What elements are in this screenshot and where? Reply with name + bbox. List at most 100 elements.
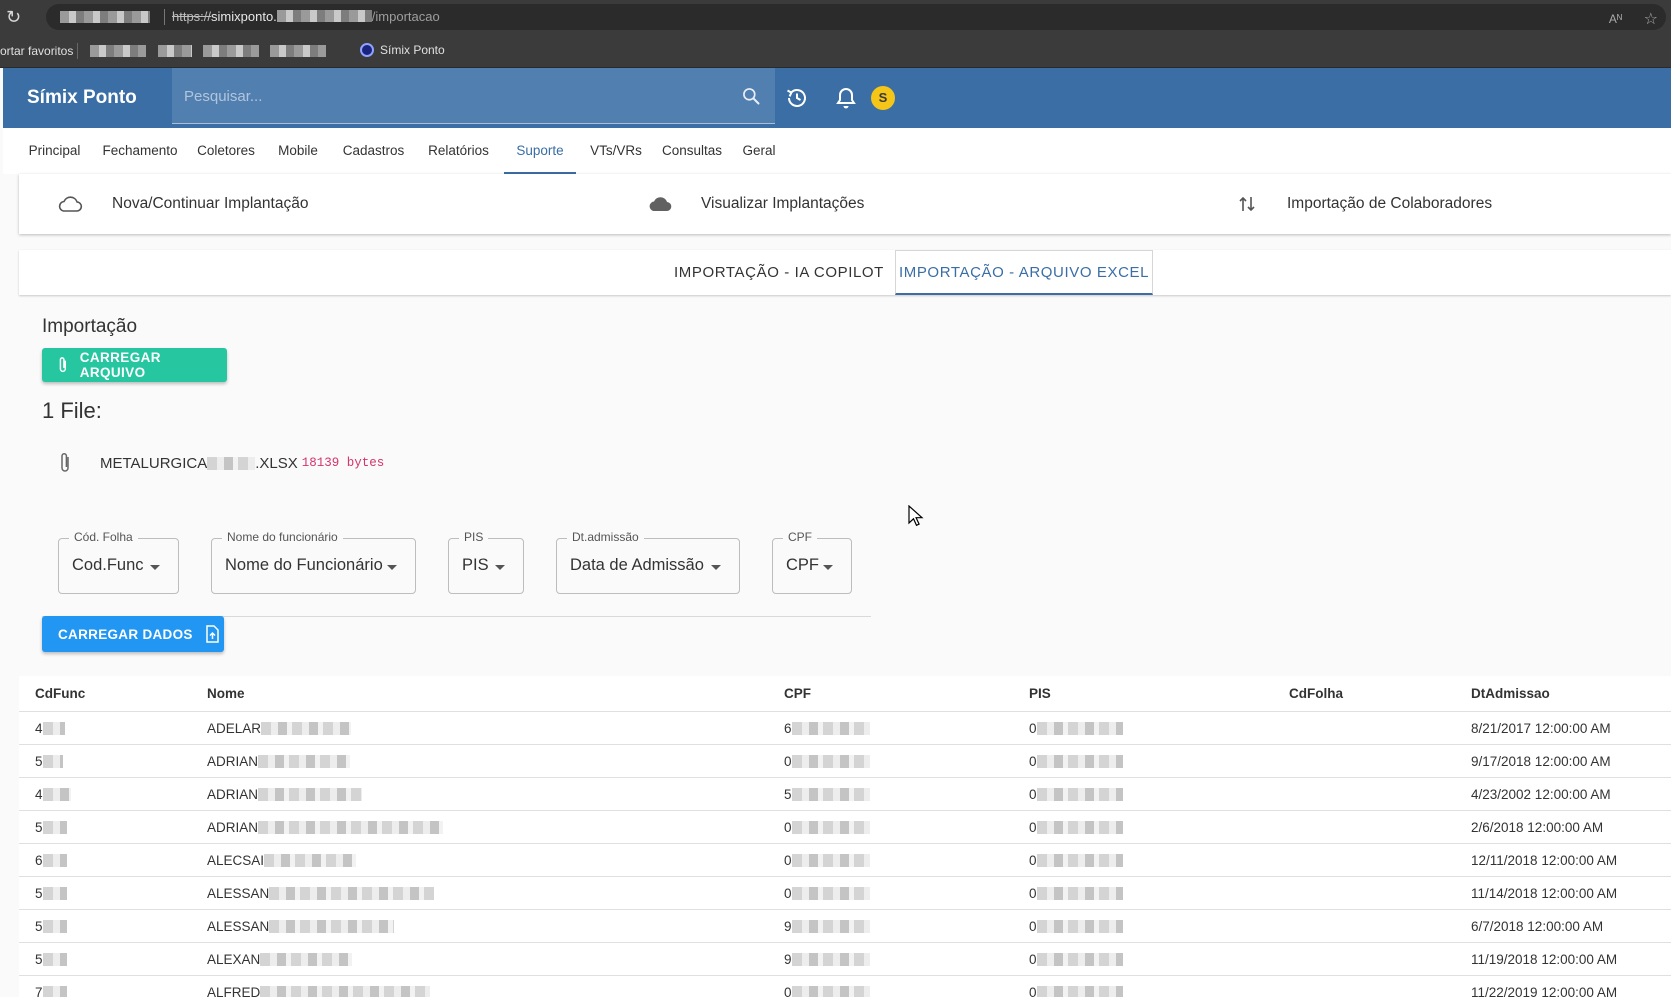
- redacted-tab-text: [60, 11, 150, 23]
- url-text[interactable]: https://simixponto./importacao: [172, 9, 440, 24]
- select-cpf[interactable]: CPF CPF: [772, 530, 852, 594]
- header-dtadmissao[interactable]: DtAdmissao: [1471, 686, 1550, 701]
- table-row[interactable]: 5 ADRIAN 0 0 9/17/2018 12:00:00 AM: [19, 745, 1671, 778]
- cell-cpf: 0: [784, 886, 870, 901]
- cell-cdfunc: 5: [35, 886, 67, 901]
- select-pis[interactable]: PIS PIS: [448, 530, 524, 594]
- tab-principal[interactable]: Principal: [21, 128, 88, 174]
- cell-pis: 0: [1029, 820, 1123, 835]
- user-avatar[interactable]: S: [871, 86, 895, 110]
- tab-vts-vrs[interactable]: VTs/VRs: [583, 128, 649, 174]
- table-row[interactable]: 5 ALESSAN 0 0 11/14/2018 12:00:00 AM: [19, 877, 1671, 910]
- redacted-text: [42, 854, 67, 867]
- tab-ia-copilot[interactable]: IMPORTAÇÃO - IA COPILOT: [674, 250, 883, 295]
- attach-icon: [59, 357, 67, 373]
- tab-suporte[interactable]: Suporte: [504, 128, 576, 174]
- search-box[interactable]: [172, 68, 775, 124]
- cell-dtadmissao-text: 4/23/2002 12:00:00 AM: [1471, 787, 1611, 802]
- tab-cadastros[interactable]: Cadastros: [336, 128, 411, 174]
- table-row[interactable]: 5 ALEXAN 9 0 11/19/2018 12:00:00 AM: [19, 943, 1671, 976]
- bell-icon[interactable]: [835, 86, 857, 110]
- header-cdfunc[interactable]: CdFunc: [35, 686, 85, 701]
- view-implantations-action[interactable]: Visualizar Implantações: [647, 174, 864, 234]
- table-row[interactable]: 6 ALECSAI 0 0 12/11/2018 12:00:00 AM: [19, 844, 1671, 877]
- redacted-favorite[interactable]: [203, 45, 259, 57]
- load-data-button[interactable]: CARREGAR DADOS: [42, 616, 224, 652]
- cell-cpf-text: 0: [784, 853, 792, 868]
- history-icon[interactable]: [785, 86, 809, 110]
- cell-pis-text: 0: [1029, 721, 1037, 736]
- favorite-simix-ponto[interactable]: Símix Ponto: [360, 43, 445, 57]
- redacted-text: [258, 821, 444, 834]
- tab-relatorios[interactable]: Relatórios: [421, 128, 496, 174]
- tab-coletores[interactable]: Coletores: [192, 128, 260, 174]
- select-nome-funcionario[interactable]: Nome do funcionário Nome do Funcionário: [211, 530, 416, 594]
- field-label: CPF: [783, 530, 817, 544]
- new-implantation-action[interactable]: Nova/Continuar Implantação: [57, 174, 308, 234]
- upload-file-button[interactable]: CARREGAR ARQUIVO: [42, 348, 227, 382]
- redacted-text: [1036, 755, 1123, 768]
- redacted-text: [261, 722, 352, 735]
- field-label: Dt.admissão: [567, 530, 644, 544]
- search-input[interactable]: [184, 68, 724, 124]
- main-nav-tabs: Principal Fechamento Coletores Mobile Ca…: [3, 128, 1671, 174]
- cell-pis-text: 0: [1029, 952, 1037, 967]
- select-dt-admissao[interactable]: Dt.admissão Data de Admissão: [556, 530, 740, 594]
- select-cod-folha[interactable]: Cód. Folha Cod.Func: [58, 530, 179, 594]
- header-cpf[interactable]: CPF: [784, 686, 811, 701]
- table-row[interactable]: 4 ADELAR 6 0 8/21/2017 12:00:00 AM: [19, 712, 1671, 745]
- cell-nome: ALFRED: [207, 985, 431, 997]
- cell-cpf-text: 0: [784, 754, 792, 769]
- redacted-text: [1036, 986, 1123, 997]
- tab-mobile[interactable]: Mobile: [270, 128, 326, 174]
- header-pis[interactable]: PIS: [1029, 686, 1051, 701]
- redacted-text: [258, 755, 351, 768]
- redacted-favorite[interactable]: [90, 45, 146, 57]
- cell-cpf-text: 9: [784, 952, 792, 967]
- redacted-text: [42, 788, 71, 801]
- cell-nome-text: ALFRED: [207, 985, 261, 997]
- import-employees-action[interactable]: Importação de Colaboradores: [1237, 174, 1492, 234]
- import-favorites-link[interactable]: ortar favoritos: [0, 44, 73, 58]
- table-row[interactable]: 4 ADRIAN 5 0 4/23/2002 12:00:00 AM: [19, 778, 1671, 811]
- table-row[interactable]: 5 ALESSAN 9 0 6/7/2018 12:00:00 AM: [19, 910, 1671, 943]
- redacted-text: [42, 920, 67, 933]
- app-title[interactable]: Símix Ponto: [27, 87, 137, 109]
- files-count: 1 File:: [42, 398, 102, 423]
- cell-cpf-text: 0: [784, 985, 792, 997]
- tab-geral[interactable]: Geral: [735, 128, 783, 174]
- redacted-text: [260, 953, 353, 966]
- cell-dtadmissao: 12/11/2018 12:00:00 AM: [1471, 853, 1617, 868]
- redacted-text: [207, 456, 256, 470]
- redacted-favorite[interactable]: [270, 45, 326, 57]
- tab-fechamento[interactable]: Fechamento: [98, 128, 182, 174]
- search-icon[interactable]: [741, 86, 761, 106]
- tab-consultas[interactable]: Consultas: [656, 128, 728, 174]
- cell-nome-text: ADRIAN: [207, 820, 259, 835]
- redacted-favorite[interactable]: [158, 45, 192, 57]
- redacted-text: [791, 986, 870, 997]
- file-name: METALURGICA .XLSX: [100, 454, 298, 472]
- url-field[interactable]: https://simixponto./importacao Aᴺ ☆: [46, 4, 1666, 30]
- cell-cpf: 5: [784, 787, 870, 802]
- cell-dtadmissao-text: 12/11/2018 12:00:00 AM: [1471, 853, 1618, 868]
- read-aloud-icon[interactable]: Aᴺ: [1609, 12, 1622, 26]
- reload-icon[interactable]: ↻: [6, 7, 26, 27]
- header-nome[interactable]: Nome: [207, 686, 245, 701]
- table-row[interactable]: 7 ALFRED 0 0 11/22/2019 12:00:00 AM: [19, 976, 1671, 997]
- cell-pis-text: 0: [1029, 985, 1037, 997]
- table-row[interactable]: 5 ADRIAN 0 0 2/6/2018 12:00:00 AM: [19, 811, 1671, 844]
- tab-excel-file[interactable]: IMPORTAÇÃO - ARQUIVO EXCEL: [895, 250, 1153, 295]
- cloud-icon: [649, 197, 672, 212]
- cell-dtadmissao: 6/7/2018 12:00:00 AM: [1471, 919, 1603, 934]
- cell-cpf: 0: [784, 820, 870, 835]
- field-value: Nome do Funcionário: [225, 556, 383, 574]
- cell-dtadmissao: 11/22/2019 12:00:00 AM: [1471, 985, 1617, 997]
- cell-cdfunc: 5: [35, 952, 67, 967]
- favorite-star-icon[interactable]: ☆: [1644, 9, 1658, 29]
- view-implantations-label: Visualizar Implantações: [701, 195, 865, 212]
- header-cdfolha[interactable]: CdFolha: [1289, 686, 1343, 701]
- redacted-text: [791, 722, 870, 735]
- redacted-text: [1036, 920, 1123, 933]
- upload-file-label: CARREGAR ARQUIVO: [79, 350, 161, 380]
